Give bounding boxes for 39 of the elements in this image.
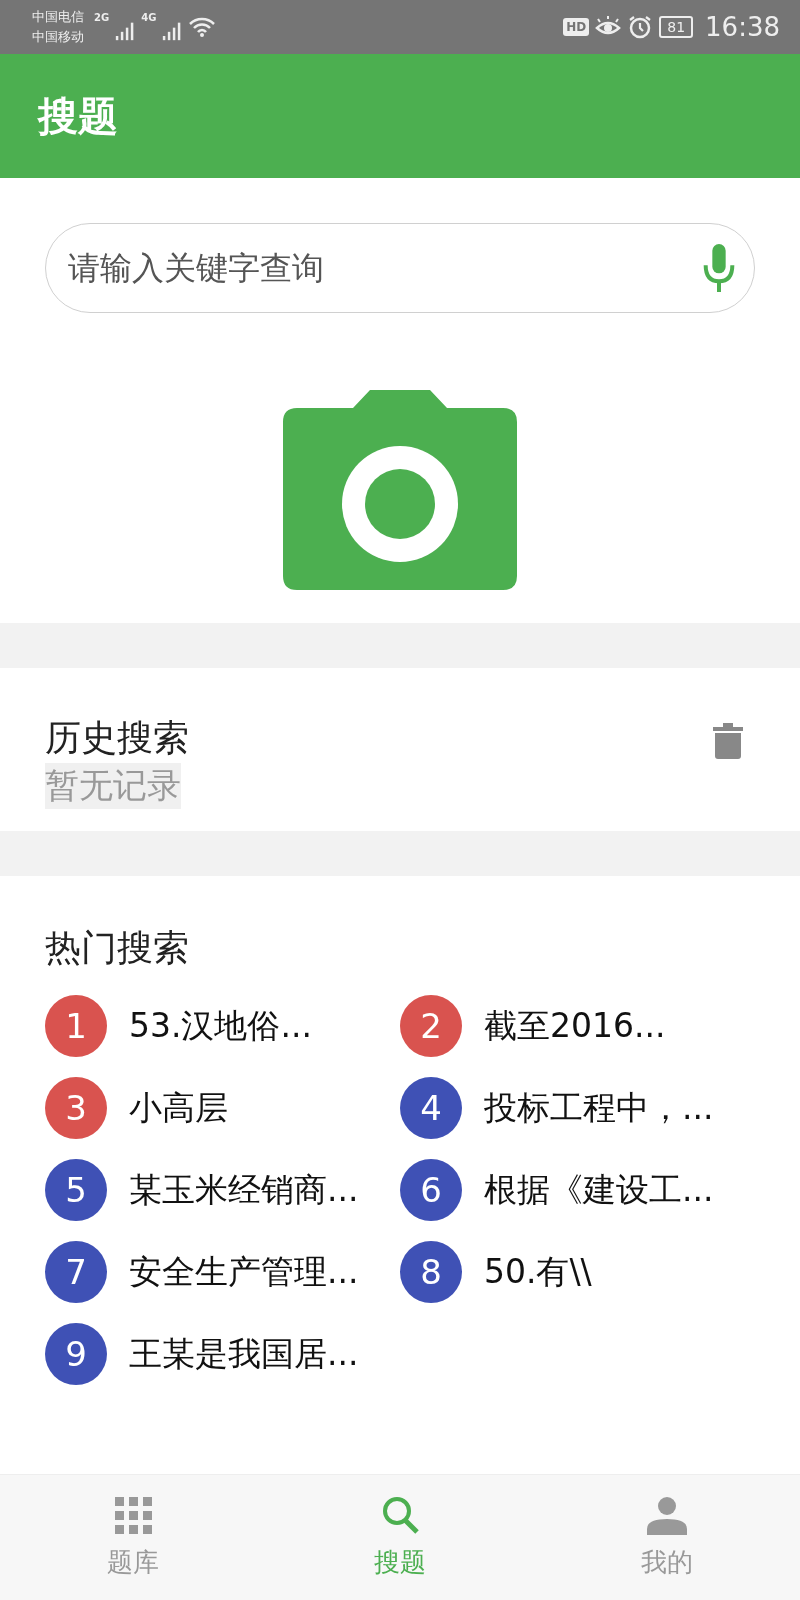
section-title: 热门搜索 [45, 927, 189, 968]
hot-search-link[interactable]: 截至2016... [484, 1003, 666, 1049]
rank-badge: 4 [400, 1077, 462, 1139]
hd-badge: HD [563, 18, 590, 36]
section-title: 历史搜索 [45, 716, 189, 760]
search-field[interactable]: 请输入关键字查询 [45, 223, 755, 313]
hot-search-link[interactable]: 53.汉地俗... [129, 1003, 312, 1049]
signal-icon [162, 21, 183, 41]
network-type: 2G [94, 12, 110, 23]
hot-search-link[interactable]: 王某是我国居... [129, 1331, 359, 1377]
hot-search-link[interactable]: 根据《建设工... [484, 1167, 714, 1213]
rank-badge: 6 [400, 1159, 462, 1221]
rank-badge: 8 [400, 1241, 462, 1303]
hot-search-link[interactable]: 50.有\\ [484, 1249, 592, 1295]
rank-badge: 9 [45, 1323, 107, 1385]
rank-badge: 3 [45, 1077, 107, 1139]
person-icon [646, 1495, 687, 1535]
page-title: 搜题 [38, 91, 118, 141]
hot-search-link[interactable]: 小高层 [129, 1085, 228, 1131]
microphone-icon[interactable] [701, 244, 737, 292]
rank-badge: 1 [45, 995, 107, 1057]
carrier-name: 中国电信 [32, 8, 84, 26]
rank-badge: 5 [45, 1159, 107, 1221]
carrier-name: 中国移动 [32, 28, 84, 46]
hot-search-link[interactable]: 投标工程中，... [484, 1085, 714, 1131]
battery-level: 81 [659, 16, 694, 38]
network-type: 4G [141, 12, 157, 23]
signal-icon [115, 21, 136, 41]
grid-icon [113, 1495, 154, 1535]
trash-icon[interactable] [713, 722, 743, 760]
wifi-icon [188, 16, 217, 38]
camera-icon[interactable] [283, 389, 517, 591]
rank-badge: 7 [45, 1241, 107, 1303]
empty-message: 暂无记录 [45, 763, 181, 809]
rank-badge: 2 [400, 995, 462, 1057]
hot-search-link[interactable]: 某玉米经销商... [129, 1167, 359, 1213]
hot-search-link[interactable]: 安全生产管理... [129, 1249, 359, 1295]
search-icon [380, 1495, 420, 1535]
clock-time: 16:38 [705, 12, 780, 42]
